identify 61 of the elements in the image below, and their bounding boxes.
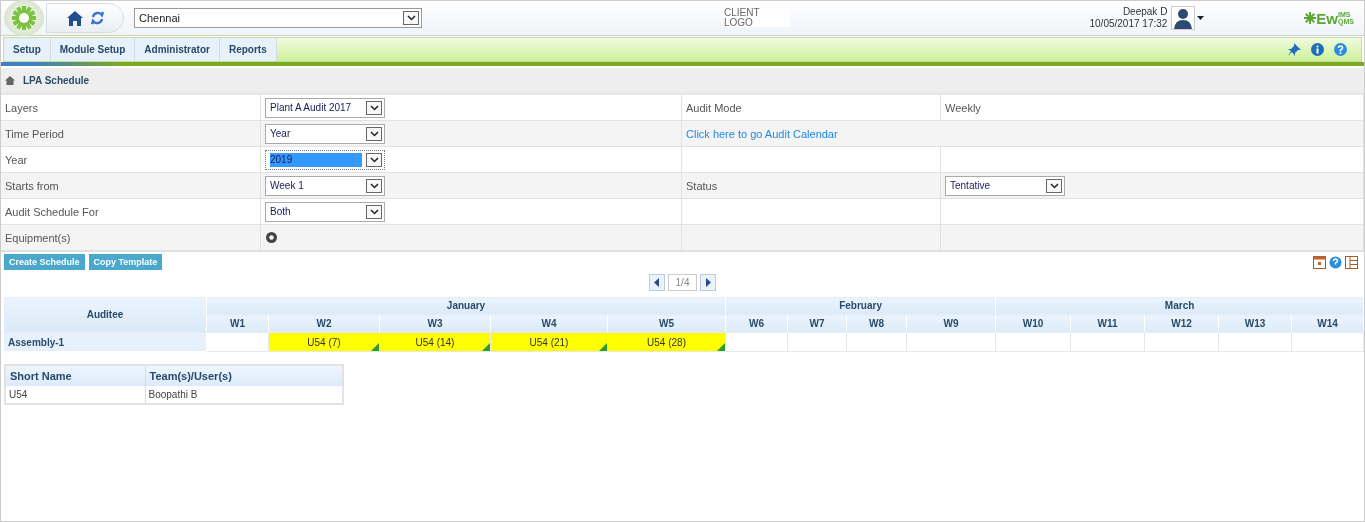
refresh-icon[interactable] [90,11,104,25]
field-label: Status [686,179,718,192]
field-label: Year [5,153,28,166]
dropdown[interactable]: Year [265,123,385,144]
previous-button[interactable] [648,273,665,291]
month-header: March [995,296,1364,315]
dropdown[interactable]: Week 1 [265,175,385,196]
user-name: Deepak D [1122,6,1168,18]
field-label: Audit Schedule For [5,205,99,218]
left-triangle-icon [654,277,660,287]
avatar-icon[interactable] [1171,6,1196,30]
help-icon[interactable] [1329,255,1342,269]
breadcrumb-title: LPA Schedule [23,74,90,86]
caret-icon [366,178,382,193]
caret-icon [366,152,382,167]
field-label: Audit Mode [686,101,742,114]
dropdown[interactable]: Both [265,201,385,222]
table-cell: U54 [5,386,145,404]
menu-item[interactable]: Reports [219,38,277,61]
next-button[interactable] [700,273,717,291]
info-icon[interactable] [1311,43,1324,56]
triangle-icon [599,343,607,351]
page-indicator: 1/4 [667,273,698,291]
triangle-icon [717,343,726,351]
menu-item[interactable]: Setup [4,38,51,61]
home-icon[interactable] [66,10,83,26]
dropdown[interactable]: Tentative [945,175,1065,196]
month-header: February [725,296,996,315]
caret-icon [366,204,382,219]
calendar-icon[interactable] [1313,255,1326,269]
caret-icon [403,11,419,25]
month-header: January [206,296,726,315]
column-header: Auditee [3,296,207,333]
client-logo: CLIENT LOGO [724,9,790,27]
menu-item[interactable]: Module Setup [50,38,136,61]
layout-icon[interactable] [1345,255,1358,269]
dropdown[interactable]: 2019 [265,149,385,170]
caret-icon[interactable] [1197,16,1205,20]
column-header: Team(s)/User(s) [145,365,343,386]
logo-icon[interactable] [4,0,44,36]
triangle-icon [371,343,379,351]
location-dropdown[interactable]: Chennai [134,8,422,28]
caret-icon [366,100,382,115]
right-triangle-icon [705,277,711,287]
column-header: Short Name [5,365,145,386]
triangle-icon [482,343,490,351]
menu-item[interactable]: Administrator [135,38,220,61]
field-label: Equipment(s) [5,231,71,244]
field-value: Weekly [945,101,981,114]
field-label: Layers [5,101,39,114]
caret-icon [1046,178,1062,193]
audit-calendar-link[interactable]: Click here to go Audit Calendar [686,127,838,140]
caret-icon [366,126,382,141]
date-time: 10/05/2017 17:32 [1089,18,1168,30]
field-label: Time Period [5,127,64,140]
dropdown[interactable]: Plant A Audit 2017 [265,97,385,118]
pin-icon[interactable] [1288,43,1301,56]
home-icon[interactable] [5,75,15,85]
field-label: Starts from [5,179,59,192]
help-icon[interactable] [1334,43,1347,56]
table-cell: Boopathi B [145,386,343,404]
